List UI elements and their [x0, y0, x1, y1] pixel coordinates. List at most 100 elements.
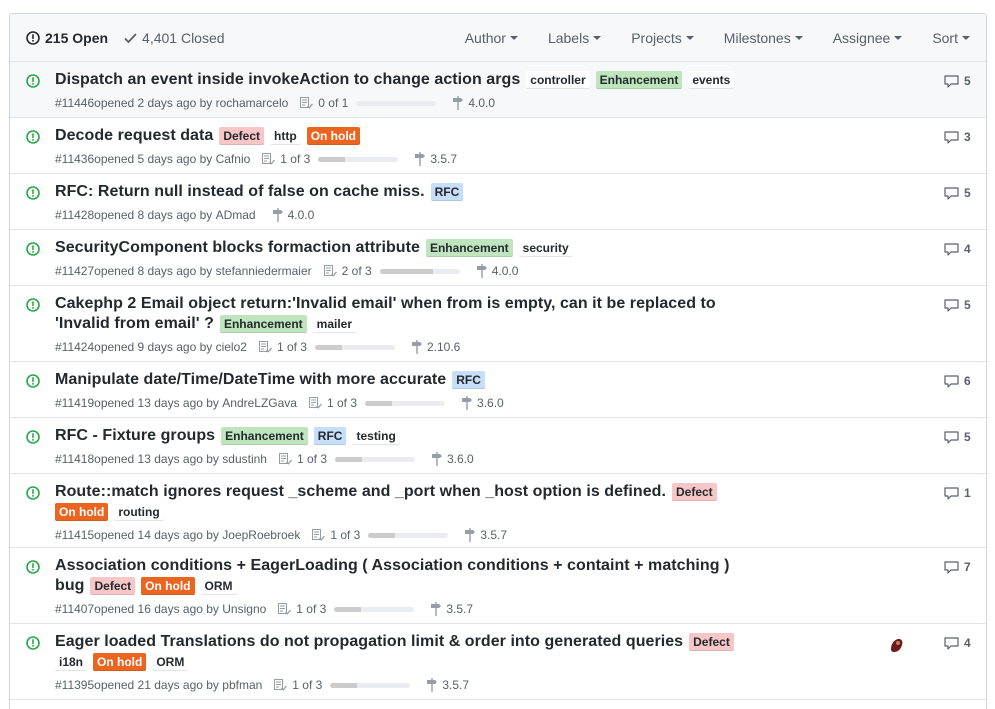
issue-title-link[interactable]: RFC: Return null instead of false on cac… — [55, 183, 425, 201]
issue-row[interactable]: Eager loaded Translations do not propaga… — [10, 624, 986, 700]
issue-title-link[interactable]: Manipulate date/Time/DateTime with more … — [55, 371, 446, 389]
issue-title-link[interactable]: Decode request data — [55, 127, 213, 145]
issue-opened-icon — [26, 560, 40, 574]
issue-opened-icon — [26, 636, 40, 650]
issue-label[interactable]: On hold — [55, 503, 109, 521]
issue-label[interactable]: On hold — [141, 577, 195, 595]
issue-label[interactable]: ORM — [200, 577, 237, 595]
issue-label[interactable]: Defect — [90, 577, 136, 595]
issue-author-link[interactable]: JoepRoebroek — [222, 528, 300, 542]
issue-title-link[interactable]: Route::match ignores request _scheme and… — [55, 483, 666, 501]
milestone-name: 2.10.6 — [426, 340, 461, 354]
issue-author-link[interactable]: stefanniedermaier — [216, 264, 312, 278]
milestone-name: 3.5.7 — [446, 602, 474, 616]
issue-row[interactable]: Route::match ignores request _scheme and… — [10, 474, 986, 548]
comments-link[interactable]: 7 — [944, 560, 971, 574]
milestone-link[interactable]: 3.5.7 — [414, 152, 457, 166]
issue-label[interactable]: testing — [352, 427, 400, 445]
issue-label[interactable]: Enhancement — [219, 315, 307, 333]
milestone-link[interactable]: 3.6.0 — [461, 396, 504, 410]
issue-meta: #11446 opened 2 days ago by rochamarcelo… — [55, 96, 495, 110]
milestones-filter[interactable]: Milestones — [724, 30, 803, 46]
issue-row[interactable]: RFC - Fixture groups Enhancement RFC testin… — [10, 418, 986, 474]
issue-author-link[interactable]: sdustinh — [222, 452, 267, 466]
assignee-avatar[interactable] — [887, 635, 907, 655]
issue-label[interactable]: RFC — [313, 427, 347, 445]
closed-issues-toggle[interactable]: 4,401 Closed — [124, 30, 225, 46]
task-progress-bar — [314, 344, 395, 350]
issue-label[interactable]: RFC — [452, 371, 485, 389]
issue-title-line: On hold routing — [55, 503, 164, 521]
milestone-icon — [414, 152, 426, 166]
milestone-link[interactable]: 4.0.0 — [272, 208, 314, 222]
issue-label[interactable]: i18n — [55, 653, 88, 671]
issue-label[interactable]: ORM — [152, 653, 189, 671]
issue-title-link[interactable]: SecurityComponent blocks formaction attr… — [55, 239, 420, 257]
milestone-link[interactable]: 3.5.7 — [430, 602, 473, 616]
open-issues-toggle[interactable]: 215 Open — [26, 30, 108, 46]
issue-label[interactable]: http — [270, 127, 301, 145]
issue-row[interactable]: Cakephp 2 Email object return:'Invalid e… — [10, 286, 986, 362]
milestone-link[interactable]: 3.5.7 — [426, 678, 469, 692]
comments-link[interactable]: 5 — [944, 430, 971, 444]
issue-author-link[interactable]: AndreLZGava — [222, 396, 297, 410]
issue-author-link[interactable]: rochamarcelo — [216, 96, 289, 110]
issue-label[interactable]: Enhancement — [221, 427, 308, 445]
assignee-filter[interactable]: Assignee — [833, 30, 903, 46]
issue-label[interactable]: controller — [526, 71, 590, 89]
issue-title-link[interactable]: bug — [55, 577, 84, 595]
milestone-link[interactable]: 4.0.0 — [452, 96, 495, 110]
issue-row[interactable]: RFC: Return null instead of false on cac… — [10, 174, 986, 230]
issue-author-link[interactable]: pbfman — [222, 678, 262, 692]
projects-filter[interactable]: Projects — [631, 30, 694, 46]
issue-author-link[interactable]: Cafnio — [216, 152, 251, 166]
issue-title-link[interactable]: Association conditions + EagerLoading ( … — [55, 557, 729, 575]
issue-title-line: Cakephp 2 Email object return:'Invalid e… — [55, 295, 716, 313]
issue-meta: #11427 opened 8 days ago by stefannieder… — [55, 264, 518, 278]
issue-label[interactable]: mailer — [312, 315, 357, 333]
comments-link[interactable]: 3 — [944, 130, 971, 144]
checklist-icon — [308, 397, 322, 409]
issue-label[interactable]: On hold — [93, 653, 147, 671]
milestone-link[interactable]: 2.10.6 — [411, 340, 460, 354]
issue-label[interactable]: Defect — [219, 127, 265, 145]
check-icon — [124, 32, 137, 44]
issue-author-link[interactable]: Unsigno — [222, 602, 266, 616]
milestone-link[interactable]: 3.5.7 — [464, 528, 507, 542]
issue-label[interactable]: routing — [114, 503, 164, 521]
milestone-link[interactable]: 4.0.0 — [476, 264, 518, 278]
issue-row[interactable]: Decode request data Defect http On hold #114… — [10, 118, 986, 174]
issue-label[interactable]: Defect — [672, 483, 717, 501]
issue-title-link[interactable]: Eager loaded Translations do not propaga… — [55, 633, 683, 651]
issue-author-link[interactable]: cielo2 — [216, 340, 247, 354]
comments-link[interactable]: 5 — [944, 74, 971, 88]
issue-label[interactable]: Enhancement — [425, 239, 513, 257]
comments-link[interactable]: 6 — [944, 374, 971, 388]
issue-label[interactable]: events — [688, 71, 735, 89]
issue-row[interactable]: Manipulate date/Time/DateTime with more … — [10, 362, 986, 418]
issue-row[interactable]: SecurityComponent blocks formaction attr… — [10, 230, 986, 286]
milestone-name: 4.0.0 — [468, 96, 496, 110]
comments-link[interactable]: 4 — [944, 636, 971, 650]
issue-title-link[interactable]: Cakephp 2 Email object return:'Invalid e… — [55, 295, 716, 313]
milestone-link[interactable]: 3.6.0 — [431, 452, 474, 466]
issue-label[interactable]: On hold — [306, 127, 361, 145]
issue-title-link[interactable]: RFC - Fixture groups — [55, 427, 215, 445]
issue-author-link[interactable]: ADmad — [216, 208, 256, 222]
comments-link[interactable]: 5 — [944, 186, 971, 200]
issue-row[interactable]: Association conditions + EagerLoading ( … — [10, 548, 986, 624]
comments-link[interactable]: 5 — [944, 298, 971, 312]
issue-row[interactable]: Dispatch an event inside invokeAction to… — [10, 62, 986, 118]
issue-label[interactable]: RFC — [430, 183, 464, 201]
issue-label[interactable]: Defect — [689, 633, 734, 651]
labels-filter[interactable]: Labels — [548, 30, 602, 46]
sort-filter[interactable]: Sort — [932, 30, 970, 46]
comments-link[interactable]: 1 — [944, 486, 971, 500]
milestone-icon — [426, 678, 438, 692]
issue-title-link[interactable]: 'Invalid from email' ? — [55, 315, 214, 333]
issue-label[interactable]: Enhancement — [595, 71, 683, 89]
issue-label[interactable]: security — [518, 239, 573, 257]
issue-title-link[interactable]: Dispatch an event inside invokeAction to… — [55, 71, 520, 89]
comments-link[interactable]: 4 — [944, 242, 971, 256]
author-filter[interactable]: Author — [465, 30, 518, 46]
